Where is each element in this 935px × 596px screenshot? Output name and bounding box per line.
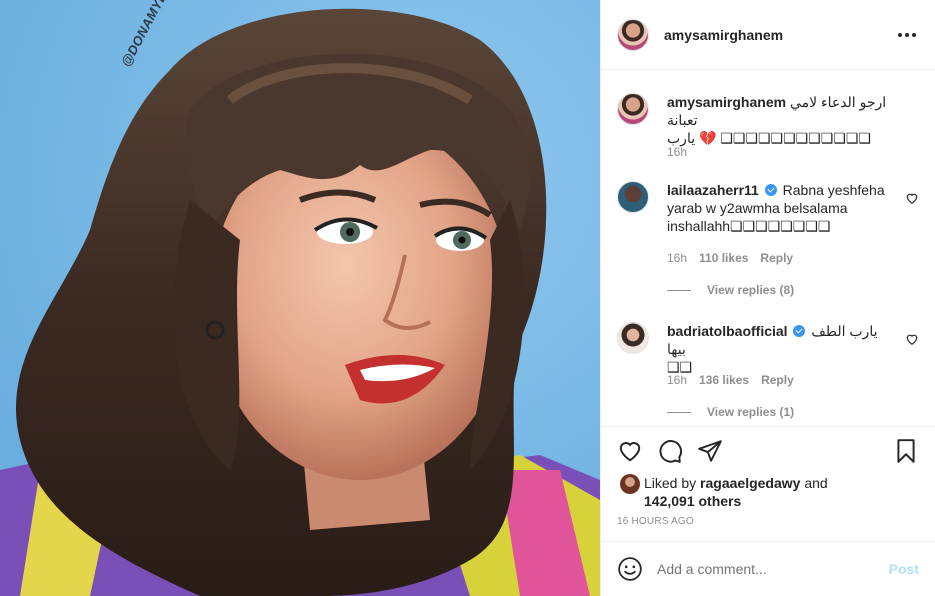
comment-item: badriatolbaofficial يارب الطف بيها ❑❑ 16… bbox=[617, 322, 919, 422]
avatar[interactable] bbox=[617, 18, 649, 51]
verified-badge-icon bbox=[764, 184, 777, 196]
post-actions bbox=[617, 428, 919, 474]
liked-by-prefix: Liked by bbox=[644, 475, 697, 491]
like-heart-icon[interactable] bbox=[617, 438, 643, 464]
comment-username[interactable]: badriatolbaofficial bbox=[667, 323, 788, 339]
view-replies-button[interactable]: View replies (8) bbox=[667, 283, 794, 297]
avatar[interactable] bbox=[620, 474, 640, 494]
liked-by-and: and bbox=[804, 475, 828, 491]
comment-text-line2: yarab w y2awmha belsalama bbox=[667, 200, 848, 216]
post-detail-panel: amysamirghanem amysamirghanem ارجو الدعا… bbox=[600, 0, 935, 596]
caption: amysamirghanem ارجو الدعاء لامي تعبانة ي… bbox=[617, 93, 919, 173]
caption-time[interactable]: 16h bbox=[667, 145, 687, 159]
comments-list[interactable]: amysamirghanem ارجو الدعاء لامي تعبانة ي… bbox=[601, 71, 935, 427]
post-header: amysamirghanem bbox=[601, 0, 935, 70]
comment-username[interactable]: lailaazaherr11 bbox=[667, 182, 759, 198]
verified-badge-icon bbox=[793, 325, 806, 337]
caption-username[interactable]: amysamirghanem bbox=[667, 94, 786, 110]
post-timestamp[interactable]: 16 HOURS AGO bbox=[617, 516, 694, 527]
avatar[interactable] bbox=[617, 93, 649, 125]
comment-likes[interactable]: 110 likes bbox=[699, 251, 748, 265]
more-options-icon[interactable] bbox=[895, 23, 919, 47]
post-comment-button[interactable]: Post bbox=[889, 561, 919, 577]
liked-by-user[interactable]: ragaaelgedawy bbox=[700, 475, 800, 491]
liked-by-others[interactable]: 142,091 others bbox=[644, 493, 741, 509]
comment-item: lailaazaherr11 Rabna yeshfeha yarab w y2… bbox=[617, 181, 919, 301]
like-comment-heart-icon[interactable] bbox=[905, 332, 919, 346]
author-username[interactable]: amysamirghanem bbox=[664, 27, 783, 43]
reply-button[interactable]: Reply bbox=[761, 373, 794, 387]
view-replies-label: View replies (1) bbox=[707, 405, 795, 419]
share-paper-plane-icon[interactable] bbox=[697, 438, 723, 464]
comment-time[interactable]: 16h bbox=[667, 373, 687, 387]
portrait-illustration bbox=[0, 0, 600, 596]
reply-button[interactable]: Reply bbox=[760, 251, 793, 265]
caption-text-line2: يارب 💔 ❑❑❑❑❑❑❑❑❑❑❑❑ bbox=[667, 130, 871, 146]
save-bookmark-icon[interactable] bbox=[893, 438, 919, 464]
divider-line bbox=[667, 411, 691, 413]
view-replies-button[interactable]: View replies (1) bbox=[667, 405, 794, 419]
view-replies-label: View replies (8) bbox=[707, 283, 795, 297]
liked-by: Liked by ragaaelgedawy and 142,091 other… bbox=[617, 474, 919, 514]
comment-text: Rabna yeshfeha bbox=[782, 182, 885, 198]
avatar[interactable] bbox=[617, 322, 649, 354]
comment-likes[interactable]: 136 likes bbox=[699, 373, 749, 387]
comment-bubble-icon[interactable] bbox=[657, 438, 683, 464]
like-comment-heart-icon[interactable] bbox=[905, 191, 919, 205]
avatar[interactable] bbox=[617, 181, 649, 213]
comment-text-line3: inshallahh❑❑❑❑❑❑❑❑ bbox=[667, 218, 831, 234]
post-image[interactable]: @DONAMYEDITS bbox=[0, 0, 600, 596]
divider-line bbox=[667, 289, 691, 291]
comment-time[interactable]: 16h bbox=[667, 251, 687, 265]
emoji-smile-icon[interactable] bbox=[617, 556, 643, 582]
comment-input[interactable] bbox=[657, 561, 889, 577]
add-comment-bar: Post bbox=[601, 541, 935, 596]
